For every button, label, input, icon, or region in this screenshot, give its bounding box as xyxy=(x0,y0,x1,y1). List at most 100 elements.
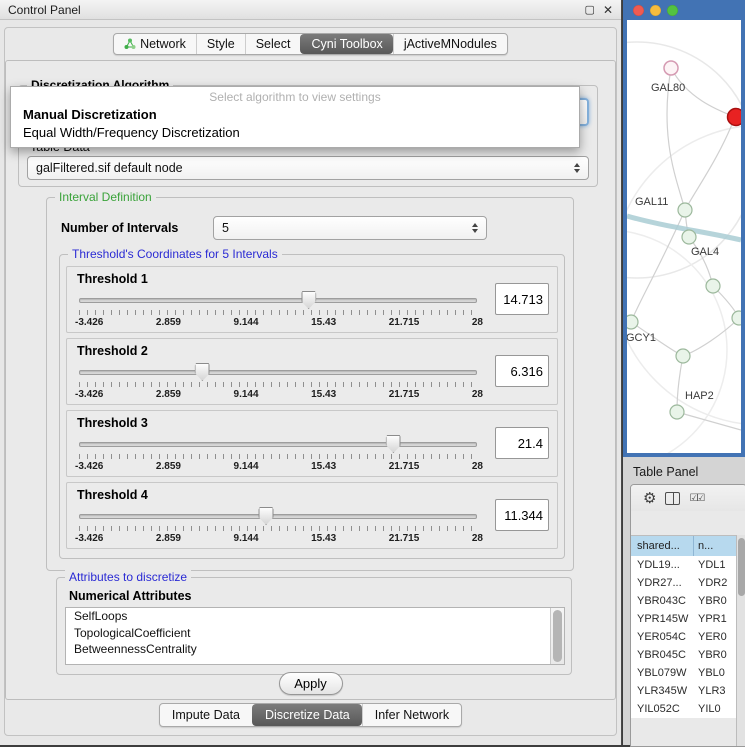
scale-tick-label: 2.859 xyxy=(156,533,181,544)
table-row[interactable]: YDR27... YDR2 xyxy=(631,574,745,592)
scale-tick-label: 28 xyxy=(472,317,483,328)
panel-tab[interactable]: Cyni Toolbox xyxy=(300,34,392,54)
control-panel-window: Control Panel ▢ ✕ Network Style Select xyxy=(0,0,622,745)
slider-thumb[interactable] xyxy=(195,363,210,381)
threshold-slider[interactable] xyxy=(79,507,477,524)
numerical-attributes-label: Numerical Attributes xyxy=(69,589,571,603)
bottom-tab[interactable]: Discretize Data xyxy=(252,704,362,726)
cell-shared-name: YPR145W xyxy=(631,613,694,625)
column-header-shared-name[interactable]: shared... xyxy=(631,536,694,556)
table-row[interactable]: YLR345W YLR3 xyxy=(631,682,745,700)
algorithm-menu-item[interactable]: Equal Width/Frequency Discretization xyxy=(11,124,579,142)
table-toolbar-spacer xyxy=(631,511,745,536)
close-window-icon[interactable]: ✕ xyxy=(603,3,613,17)
threshold-value-input[interactable]: 14.713 xyxy=(495,283,549,315)
table-toolbar: ⚙ ☑☑ xyxy=(631,485,745,511)
bottom-tab[interactable]: Impute Data xyxy=(160,704,252,726)
panel-tab-label: Network xyxy=(140,37,186,51)
minimize-traffic-light-icon[interactable] xyxy=(650,5,661,16)
control-panel-titlebar: Control Panel ▢ ✕ xyxy=(0,0,621,20)
thresholds-group-label: Threshold's Coordinates for 5 Intervals xyxy=(68,247,282,261)
panel-tab[interactable]: jActiveMNodules xyxy=(393,34,507,54)
number-of-intervals-label: Number of Intervals xyxy=(61,221,213,235)
interval-group-label: Interval Definition xyxy=(55,190,156,204)
network-node[interactable] xyxy=(706,279,720,293)
table-data-select[interactable]: galFiltered.sif default node xyxy=(27,156,589,180)
select-columns-icon[interactable]: ☑☑ xyxy=(689,493,703,504)
table-row[interactable]: YPR145W YPR1 xyxy=(631,610,745,628)
slider-track[interactable] xyxy=(79,442,477,447)
apply-button[interactable]: Apply xyxy=(279,672,343,695)
slider-scale: -3.426 2.859 9.144 15.43 21.715 28 xyxy=(75,317,483,328)
numerical-attributes-list[interactable]: SelfLoopsTopologicalCoefficientBetweenne… xyxy=(65,607,565,665)
table-row[interactable]: YBR045C YBR0 xyxy=(631,646,745,664)
list-scrollbar-thumb[interactable] xyxy=(553,610,562,662)
threshold-value-input[interactable]: 11.344 xyxy=(495,499,549,531)
float-window-icon[interactable]: ▢ xyxy=(585,3,595,16)
table-scrollbar[interactable] xyxy=(736,535,745,746)
table-row[interactable]: YDL19... YDL1 xyxy=(631,556,745,574)
attribute-list-item[interactable]: BetweennessCentrality xyxy=(66,641,564,658)
cyni-toolbox-panel: Discretization Algorithm Table Data galF… xyxy=(5,60,616,700)
threshold-label: Threshold 1 xyxy=(77,272,485,286)
threshold-slider[interactable] xyxy=(79,435,477,452)
slider-thumb[interactable] xyxy=(301,291,316,309)
threshold-slider[interactable] xyxy=(79,363,477,380)
table-row[interactable]: YBL079W YBL0 xyxy=(631,664,745,682)
panel-tab[interactable]: Select xyxy=(245,34,301,54)
network-canvas[interactable]: GAL80 GAL11 GAL4 GCY1 HAP2 xyxy=(627,20,741,453)
node-label: HAP2 xyxy=(685,390,714,402)
combo-stepper-icon xyxy=(468,223,482,233)
scale-tick-label: 15.43 xyxy=(311,389,336,400)
network-node[interactable] xyxy=(678,203,692,217)
panel-tab-bar: Network Style Select Cyni Toolbox jActiv… xyxy=(0,33,621,55)
window-traffic-lights xyxy=(623,0,745,20)
slider-ticks xyxy=(79,310,477,315)
zoom-traffic-light-icon[interactable] xyxy=(667,5,678,16)
network-node[interactable] xyxy=(664,61,678,75)
attribute-list-item[interactable]: TopologicalCoefficient xyxy=(66,625,564,642)
scale-tick-label: 9.144 xyxy=(234,461,259,472)
slider-track[interactable] xyxy=(79,370,477,375)
scale-tick-label: 28 xyxy=(472,461,483,472)
scale-tick-label: 15.43 xyxy=(311,533,336,544)
threshold-value-input[interactable]: 6.316 xyxy=(495,355,549,387)
threshold-slider[interactable] xyxy=(79,291,477,308)
columns-icon[interactable] xyxy=(665,492,680,505)
network-node[interactable] xyxy=(682,230,696,244)
table-row[interactable]: YBR043C YBR0 xyxy=(631,592,745,610)
cell-shared-name: YBR045C xyxy=(631,649,694,661)
attribute-list-item[interactable]: SelfLoops xyxy=(66,608,564,625)
panel-tab[interactable]: Network xyxy=(114,34,196,54)
slider-thumb[interactable] xyxy=(386,435,401,453)
close-traffic-light-icon[interactable] xyxy=(633,5,644,16)
node-label: GAL4 xyxy=(691,246,719,258)
num-intervals-select[interactable]: 5 xyxy=(213,216,487,240)
network-node[interactable] xyxy=(676,349,690,363)
threshold-label: Threshold 3 xyxy=(77,416,485,430)
list-scrollbar[interactable] xyxy=(550,608,564,664)
table-scrollbar-thumb[interactable] xyxy=(738,538,745,596)
table-row[interactable]: YER054C YER0 xyxy=(631,628,745,646)
threshold-slider-area: Threshold 1 -3.426 2.859 9.144 15.43 xyxy=(75,270,485,328)
slider-thumb[interactable] xyxy=(259,507,274,525)
network-node[interactable] xyxy=(732,311,741,325)
settings-gear-icon[interactable]: ⚙ xyxy=(643,491,656,506)
scale-tick-label: 15.43 xyxy=(311,317,336,328)
combo-stepper-icon xyxy=(570,163,584,173)
algorithm-menu-item[interactable]: Manual Discretization xyxy=(11,106,579,124)
threshold-value-input[interactable]: 21.4 xyxy=(495,427,549,459)
table-row[interactable]: YIL052C YIL0 xyxy=(631,700,745,718)
threshold-row: Threshold 4 -3.426 2.859 9.144 15.43 xyxy=(66,482,558,549)
slider-track[interactable] xyxy=(79,298,477,303)
number-of-intervals-row: Number of Intervals 5 xyxy=(61,216,573,240)
bottom-tab[interactable]: Infer Network xyxy=(362,704,461,726)
network-node-selected[interactable] xyxy=(728,109,742,126)
slider-track[interactable] xyxy=(79,514,477,519)
panel-tab[interactable]: Style xyxy=(196,34,245,54)
network-node[interactable] xyxy=(670,405,684,419)
network-node[interactable] xyxy=(627,315,638,329)
interval-definition-group: Interval Definition Number of Intervals … xyxy=(46,197,574,571)
scale-tick-label: -3.426 xyxy=(75,461,103,472)
bottom-tab-bar: Impute Data Discretize Data Infer Networ… xyxy=(0,703,621,727)
